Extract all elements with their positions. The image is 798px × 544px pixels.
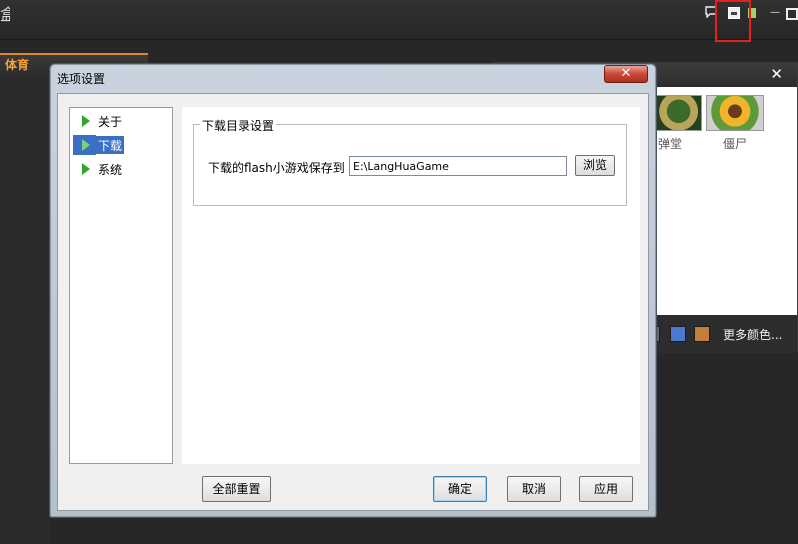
path-label: 下载的flash小游戏保存到 — [208, 161, 345, 175]
tree-item-system[interactable]: 系统 — [73, 159, 168, 179]
cancel-button[interactable]: 取消 — [507, 476, 561, 502]
left-panel — [0, 75, 50, 544]
app-logo: 盒 — [0, 5, 10, 24]
app-top-bar: 盒 — — [0, 0, 798, 40]
tree-item-label: 系统 — [98, 163, 123, 177]
apply-button[interactable]: 应用 — [579, 476, 633, 502]
browse-button[interactable]: 浏览 — [575, 155, 615, 176]
ok-button[interactable]: 确定 — [433, 476, 487, 502]
color-swatch-brown[interactable] — [694, 326, 710, 342]
close-icon[interactable]: ✕ — [770, 65, 783, 83]
highlight-annotation — [715, 0, 751, 42]
expand-arrow-icon — [82, 115, 90, 127]
dialog-body: 关于 下载 系统 下载目录设置 下载的flash小游戏保存到 浏览 全部重置 确… — [57, 93, 649, 511]
reset-all-button[interactable]: 全部重置 — [202, 476, 271, 502]
color-swatch-blue[interactable] — [670, 326, 686, 342]
maximize-icon[interactable] — [786, 8, 798, 20]
group-title: 下载目录设置 — [200, 117, 277, 134]
expand-arrow-icon — [82, 139, 90, 151]
tree-item-about[interactable]: 关于 — [73, 111, 168, 131]
options-dialog: 选项设置 ✕ 关于 下载 系统 下载目录设置 下载的flash小游戏保存到 E:… — [49, 63, 657, 518]
more-colors-link[interactable]: 更多颜色... — [723, 326, 782, 343]
game-label[interactable]: 弹堂 — [658, 135, 682, 152]
tree-item-download[interactable]: 下载 — [73, 135, 168, 155]
tree-item-label: 下载 — [96, 136, 125, 154]
expand-arrow-icon — [82, 163, 90, 175]
dialog-title-bar[interactable]: 选项设置 ✕ — [50, 64, 656, 90]
options-tree: 关于 下载 系统 — [69, 107, 173, 464]
dialog-title: 选项设置 — [57, 72, 106, 86]
settings-content: 下载目录设置 下载的flash小游戏保存到 浏览 — [182, 107, 640, 464]
dialog-close-button[interactable]: ✕ — [604, 65, 648, 83]
download-dir-group: 下载目录设置 下载的flash小游戏保存到 浏览 — [193, 117, 627, 206]
game-label[interactable]: 僵尸 — [723, 135, 747, 152]
game-thumbnail[interactable] — [706, 95, 764, 131]
tree-item-label: 关于 — [98, 115, 123, 129]
minimize-icon[interactable]: — — [768, 6, 782, 20]
download-path-input[interactable] — [349, 156, 567, 176]
